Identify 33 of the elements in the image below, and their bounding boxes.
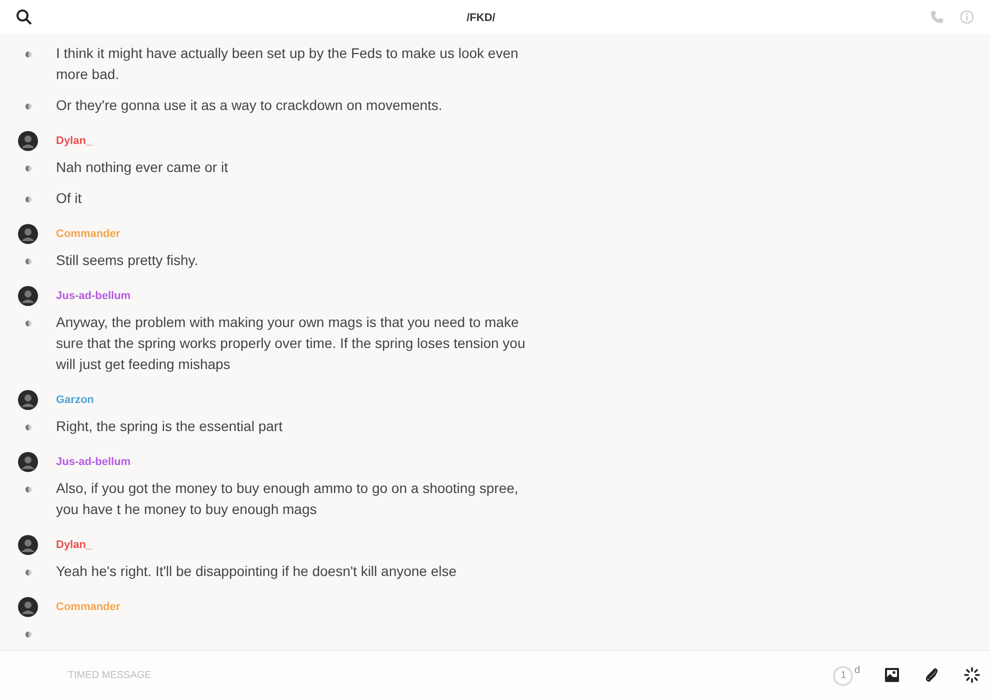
avatar[interactable] bbox=[18, 286, 38, 306]
avatar[interactable] bbox=[18, 224, 38, 244]
message-text: Yeah he's right. It'll be disappointing if he doesn't kill anyone else bbox=[56, 562, 458, 581]
message-text: Nah nothing ever came or it bbox=[56, 158, 229, 177]
author-name[interactable]: Garzon bbox=[56, 392, 94, 408]
read-receipt-icon bbox=[24, 103, 32, 110]
message-text: Still seems pretty fishy. bbox=[56, 251, 200, 270]
message-text: Or they're gonna use it as a way to crackdown on movements. bbox=[56, 96, 444, 115]
read-receipt-icon bbox=[24, 165, 32, 172]
message-text: Also, if you got the money to buy enough ammo to go on a shooting spree, you have t he money to buy enough mags bbox=[56, 479, 520, 519]
message-text: I think it might have actually been set up by the Feds to make us look even more bad. bbox=[56, 44, 520, 84]
author-name[interactable]: Jus-ad-bellum bbox=[56, 454, 131, 470]
read-receipt-icon bbox=[24, 258, 32, 265]
author-name[interactable]: Commander bbox=[56, 598, 120, 616]
author-name[interactable]: Jus-ad-bellum bbox=[56, 288, 131, 304]
message-text: Of it bbox=[56, 189, 83, 208]
avatar[interactable] bbox=[18, 535, 38, 555]
read-receipt-icon bbox=[24, 196, 32, 203]
avatar[interactable] bbox=[18, 131, 38, 151]
author-name[interactable]: Dylan_ bbox=[56, 132, 92, 150]
read-receipt-icon bbox=[24, 486, 32, 493]
avatar[interactable] bbox=[18, 597, 38, 617]
author-name[interactable]: Commander bbox=[56, 226, 120, 242]
chat-title: /FKD/ bbox=[466, 12, 496, 24]
read-receipt-icon bbox=[24, 569, 32, 576]
avatar[interactable] bbox=[18, 390, 38, 410]
read-receipt-icon bbox=[24, 424, 32, 431]
message-text: Right, the spring is the essential part bbox=[56, 417, 284, 436]
avatar[interactable] bbox=[18, 452, 38, 472]
message-text: Anyway, the problem with making your own mags is that you need to make sure that the spring works properly over time. If the spring loses tension you will just get feeding mishaps bbox=[56, 313, 526, 374]
read-receipt-icon bbox=[24, 320, 32, 327]
message-input[interactable]: TIMED MESSAGE bbox=[66, 667, 366, 684]
author-name[interactable]: Dylan_ bbox=[56, 536, 92, 554]
